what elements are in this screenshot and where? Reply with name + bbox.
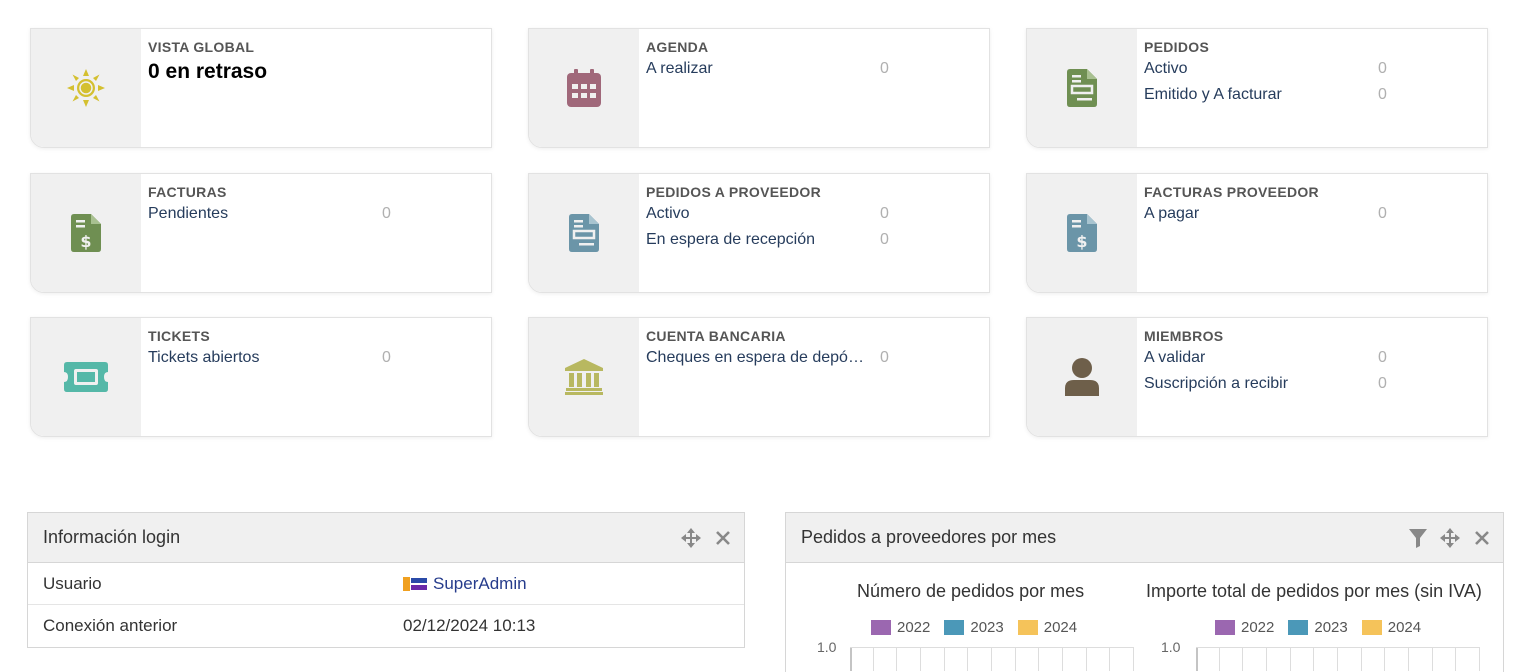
- legend-item[interactable]: 2023: [944, 619, 1004, 636]
- info-value: 02/12/2024 10:13: [403, 616, 536, 635]
- box-title: FACTURAS PROVEEDOR: [1144, 184, 1319, 200]
- panel-header: Pedidos a proveedores por mes: [786, 513, 1503, 563]
- close-icon[interactable]: [712, 527, 734, 549]
- legend-swatch: [1017, 620, 1038, 635]
- box-tickets: TICKETS Tickets abiertos 0: [30, 317, 492, 437]
- box-line[interactable]: Pendientes 0: [148, 201, 483, 227]
- box-cuenta-bancaria: CUENTA BANCARIA Cheques en espera de dep…: [528, 317, 990, 437]
- chart-title: Número de pedidos por mes: [857, 581, 1085, 601]
- box-title: TICKETS: [148, 328, 210, 344]
- info-row-last-connection: Conexión anterior 02/12/2024 10:13: [28, 605, 744, 647]
- y-tick-label: 1.0: [1161, 639, 1181, 655]
- chart-legend: 2022 2023 2024: [871, 619, 1077, 636]
- box-facturas-proveedor: $ FACTURAS PROVEEDOR A pagar 0: [1026, 173, 1488, 293]
- legend-swatch: [1361, 620, 1382, 635]
- legend-swatch: [1215, 620, 1235, 635]
- box-miembros: MIEMBROS A validar 0 Suscripción a recibi…: [1026, 317, 1488, 437]
- legend-item[interactable]: 2023: [1288, 619, 1348, 636]
- filter-icon[interactable]: [1407, 527, 1429, 549]
- box-title: MIEMBROS: [1144, 328, 1224, 344]
- legend-swatch: [1288, 620, 1309, 635]
- user-link[interactable]: SuperAdmin: [433, 574, 527, 594]
- chart-title: Importe total de pedidos por mes (sin IV…: [1146, 581, 1482, 601]
- close-icon[interactable]: [1471, 527, 1493, 549]
- supplier-order-document-icon: [569, 214, 599, 252]
- panel-title: Información login: [43, 527, 181, 547]
- box-line[interactable]: A validar 0: [1144, 345, 1479, 371]
- box-line[interactable]: A realizar 0: [646, 56, 981, 82]
- y-tick-label: 1.0: [817, 639, 837, 655]
- supplier-invoice-dollar-icon: $: [1067, 214, 1097, 252]
- chart-legend: 2022 2023 2024: [1215, 619, 1421, 636]
- box-title: AGENDA: [646, 39, 709, 55]
- sun-icon: [67, 69, 105, 107]
- legend-item[interactable]: 2024: [1361, 619, 1421, 636]
- box-line[interactable]: Emitido y A facturar 0: [1144, 82, 1479, 108]
- chart-grid: [850, 647, 1134, 671]
- member-user-icon: [1065, 358, 1099, 396]
- move-icon[interactable]: [1439, 527, 1461, 549]
- svg-text:$: $: [80, 232, 91, 251]
- box-line[interactable]: Suscripción a recibir 0: [1144, 371, 1479, 397]
- box-line[interactable]: En espera de recepción 0: [646, 227, 981, 253]
- ticket-icon: [64, 362, 108, 392]
- order-document-icon: [1067, 69, 1097, 107]
- calendar-icon: [567, 69, 601, 107]
- box-title: VISTA GLOBAL: [148, 39, 255, 55]
- chart-grid: [1196, 647, 1480, 671]
- box-title: PEDIDOS: [1144, 39, 1210, 55]
- box-line[interactable]: Activo 0: [1144, 56, 1479, 82]
- panel-header: Información login: [28, 513, 744, 563]
- box-title: FACTURAS: [148, 184, 227, 200]
- late-count[interactable]: 0 en retraso: [148, 59, 483, 85]
- box-line[interactable]: Cheques en espera de depósito 0: [646, 345, 981, 371]
- legend-item[interactable]: 2024: [1017, 619, 1077, 636]
- panel-title: Pedidos a proveedores por mes: [801, 527, 1057, 547]
- box-pedidos: PEDIDOS Activo 0 Emitido y A facturar 0: [1026, 28, 1488, 148]
- info-key: Conexión anterior: [43, 616, 178, 635]
- bank-icon: [565, 359, 603, 395]
- box-pedidos-proveedor: PEDIDOS A PROVEEDOR Activo 0 En espera de…: [528, 173, 990, 293]
- legend-swatch: [871, 620, 891, 635]
- user-avatar-icon: [403, 575, 427, 593]
- box-title: PEDIDOS A PROVEEDOR: [646, 184, 822, 200]
- supplier-orders-panel: Pedidos a proveedores por mes Número de …: [785, 512, 1504, 672]
- legend-item[interactable]: 2022: [871, 619, 930, 636]
- legend-item[interactable]: 2022: [1215, 619, 1274, 636]
- legend-swatch: [944, 620, 965, 635]
- box-line[interactable]: Activo 0: [646, 201, 981, 227]
- box-vista-global: VISTA GLOBAL 0 en retraso: [30, 28, 492, 148]
- svg-text:$: $: [1076, 232, 1087, 251]
- login-info-panel: Información login Usuario SuperAdmin Con…: [27, 512, 745, 648]
- box-facturas: $ FACTURAS Pendientes 0: [30, 173, 492, 293]
- info-key: Usuario: [43, 574, 102, 593]
- box-line[interactable]: Tickets abiertos 0: [148, 345, 483, 371]
- info-row-user: Usuario SuperAdmin: [28, 563, 744, 605]
- box-line[interactable]: A pagar 0: [1144, 201, 1479, 227]
- invoice-dollar-icon: $: [71, 214, 101, 252]
- box-title: CUENTA BANCARIA: [646, 328, 786, 344]
- box-agenda: AGENDA A realizar 0: [528, 28, 990, 148]
- box-icon-area: [31, 29, 141, 147]
- move-icon[interactable]: [680, 527, 702, 549]
